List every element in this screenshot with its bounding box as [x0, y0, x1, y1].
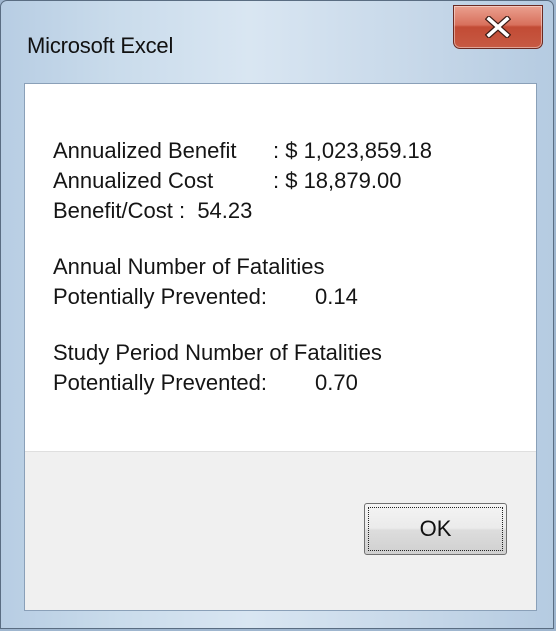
benefit-cost-row: Benefit/Cost : 54.23 — [53, 196, 432, 226]
title-bar[interactable]: Microsoft Excel — [1, 1, 553, 81]
annual-prevented-label: Potentially Prevented: — [53, 284, 268, 309]
dialog-content: Annualized Benefit : $ 1,023,859.18 Annua… — [24, 83, 537, 611]
annualized-benefit-row: Annualized Benefit : $ 1,023,859.18 — [53, 136, 432, 166]
study-fatalities-heading: Study Period Number of Fatalities — [53, 340, 382, 365]
window-title: Microsoft Excel — [27, 33, 174, 58]
annualized-cost-row: Annualized Cost : $ 18,879.00 — [53, 166, 432, 196]
annualized-cost-value: : $ 18,879.00 — [273, 168, 402, 193]
study-prevented-label: Potentially Prevented: — [53, 370, 268, 395]
benefit-cost-value: 54.23 — [197, 198, 253, 223]
study-prevented-value: 0.70 — [315, 370, 358, 395]
study-prevented-row: Potentially Prevented: 0.70 — [53, 368, 432, 398]
annualized-cost-label: Annualized Cost — [53, 168, 214, 193]
annual-prevented-row: Potentially Prevented: 0.14 — [53, 282, 432, 312]
message-box-window: Microsoft Excel Annualized Benefit : $ 1,… — [0, 0, 554, 629]
close-button[interactable] — [453, 5, 543, 49]
annualized-benefit-value: : $ 1,023,859.18 — [273, 138, 433, 163]
annual-prevented-value: 0.14 — [315, 284, 358, 309]
message-text: Annualized Benefit : $ 1,023,859.18 Annua… — [53, 136, 432, 398]
ok-button[interactable]: OK — [364, 503, 507, 555]
annual-fatalities-heading: Annual Number of Fatalities — [53, 254, 325, 279]
ok-button-label: OK — [368, 507, 503, 551]
button-bar: OK — [25, 451, 536, 610]
annualized-benefit-label: Annualized Benefit — [53, 138, 237, 163]
benefit-cost-label: Benefit/Cost : — [53, 198, 186, 223]
close-x-icon — [485, 16, 511, 38]
